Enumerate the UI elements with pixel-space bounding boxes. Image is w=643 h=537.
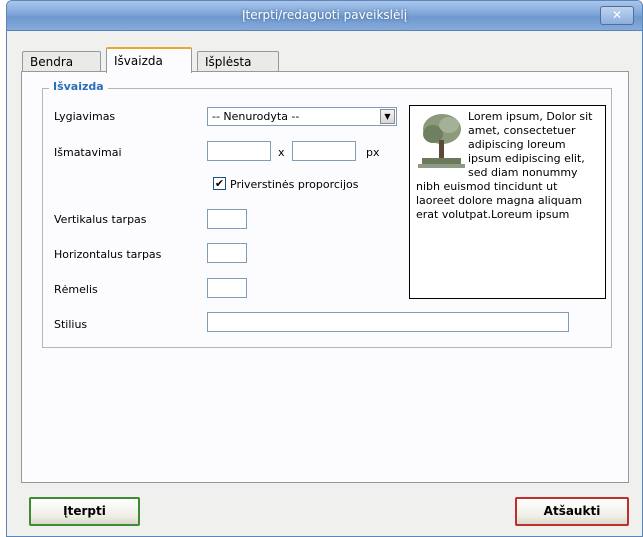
vspace-input[interactable] — [207, 209, 247, 229]
cancel-button[interactable]: Atšaukti — [515, 497, 629, 526]
vspace-label: Vertikalus tarpas — [54, 213, 147, 226]
alignment-select[interactable]: -- Nenurodyta -- ▼ — [207, 107, 397, 126]
cancel-button-label: Atšaukti — [543, 504, 601, 518]
border-input[interactable] — [207, 278, 247, 298]
fieldset-legend: Išvaizda — [49, 80, 108, 93]
dimension-separator: x — [278, 146, 285, 159]
close-button[interactable]: ✕ — [600, 6, 634, 25]
close-icon: ✕ — [611, 8, 623, 22]
dialog-window: Įterpti/redaguoti paveikslėlį ✕ Bendra I… — [6, 0, 643, 537]
constrain-checkbox[interactable]: ✔ — [213, 177, 226, 190]
checkmark-icon: ✔ — [214, 177, 225, 190]
tab-panel-appearance: Išvaizda Lygiavimas -- Nenurodyta -- ▼ I… — [21, 71, 629, 483]
dimensions-label: Išmatavimai — [54, 146, 122, 159]
tab-appearance[interactable]: Išvaizda — [106, 47, 192, 73]
alignment-label: Lygiavimas — [54, 110, 116, 123]
insert-button[interactable]: Įterpti — [29, 497, 140, 526]
unit-label: px — [366, 146, 380, 159]
chevron-down-icon[interactable]: ▼ — [380, 109, 395, 124]
border-label: Rėmelis — [54, 283, 98, 296]
image-preview: Lorem ipsum, Dolor sit amet, consectetue… — [409, 105, 606, 299]
hspace-input[interactable] — [207, 243, 247, 263]
title-bar[interactable]: Įterpti/redaguoti paveikslėlį ✕ — [7, 1, 642, 31]
insert-button-label: Įterpti — [63, 504, 106, 518]
style-label: Stilius — [54, 318, 88, 331]
tab-general[interactable]: Bendra — [22, 51, 101, 73]
alignment-value: -- Nenurodyta -- — [212, 110, 300, 123]
tab-advanced[interactable]: Išplėsta — [197, 51, 279, 73]
dialog-title: Įterpti/redaguoti paveikslėlį — [241, 8, 408, 22]
constrain-label: Priverstinės proporcijos — [230, 178, 359, 191]
tree-icon — [418, 112, 465, 168]
hspace-label: Horizontalus tarpas — [54, 248, 162, 261]
height-input[interactable] — [292, 141, 356, 161]
style-input[interactable] — [207, 312, 569, 332]
width-input[interactable] — [207, 141, 271, 161]
